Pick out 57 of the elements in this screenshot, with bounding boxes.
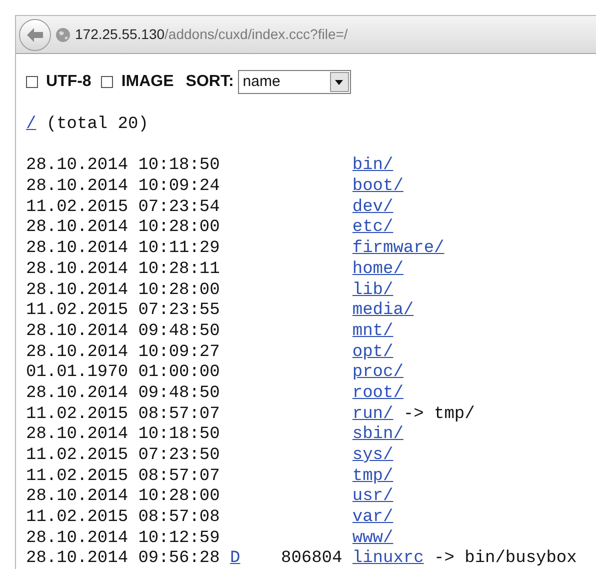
entry-link[interactable]: media/ bbox=[352, 301, 414, 322]
date-text: 28.10.2014 10:11:29 bbox=[26, 239, 220, 260]
entry-link[interactable]: firmware/ bbox=[352, 239, 444, 260]
date-text: 11.02.2015 08:57:07 bbox=[26, 466, 220, 488]
back-arrow-icon bbox=[26, 26, 44, 42]
date-text: 11.02.2015 07:23:50 bbox=[26, 446, 220, 467]
date-text: 28.10.2014 10:28:00 bbox=[26, 280, 220, 302]
entry-link[interactable]: opt/ bbox=[352, 342, 394, 364]
entry-link[interactable]: usr/ bbox=[352, 487, 394, 508]
entry-link[interactable]: sbin/ bbox=[352, 425, 404, 446]
checkbox-label: IMAGE bbox=[121, 72, 174, 92]
date-text: 28.10.2014 09:56:28 bbox=[26, 549, 220, 569]
entry-link[interactable]: boot/ bbox=[352, 177, 404, 198]
date-text: 11.02.2015 07:23:55 bbox=[26, 301, 220, 322]
date-text: 28.10.2014 10:28:00 bbox=[26, 218, 220, 240]
date-text: 28.10.2014 10:09:27 bbox=[26, 342, 220, 364]
checkbox-label: UTF-8 bbox=[46, 72, 92, 92]
entry-link[interactable]: home/ bbox=[352, 260, 404, 281]
date-text: 01.01.1970 01:00:00 bbox=[26, 363, 220, 384]
entry-link[interactable]: linuxrc bbox=[352, 549, 424, 569]
entry-link[interactable]: var/ bbox=[352, 508, 394, 529]
date-text: 11.02.2015 08:57:08 bbox=[26, 508, 220, 529]
globe-icon bbox=[55, 26, 71, 42]
file-size: 806804 bbox=[281, 549, 342, 568]
link-target: -> tmp/ bbox=[403, 404, 475, 426]
total-count: (total 20) bbox=[46, 115, 148, 136]
date-text: 28.10.2014 10:18:50 bbox=[26, 425, 220, 446]
entry-link[interactable]: proc/ bbox=[352, 363, 404, 384]
entry-link[interactable]: lib/ bbox=[352, 280, 394, 302]
entry-link[interactable]: run/ bbox=[352, 404, 394, 426]
date-text: 11.02.2015 07:23:54 bbox=[26, 198, 220, 218]
entry-link[interactable]: etc/ bbox=[352, 218, 394, 240]
date-text: 28.10.2014 10:18:50 bbox=[26, 156, 220, 178]
date-text: 11.02.2015 08:57:07 bbox=[26, 404, 220, 426]
date-text: 28.10.2014 10:12:59 bbox=[26, 528, 220, 550]
delete-link[interactable]: D bbox=[230, 549, 240, 568]
sort-label: SORT: bbox=[186, 72, 234, 92]
entry-link[interactable]: dev/ bbox=[352, 198, 394, 218]
date-text: 28.10.2014 09:48:50 bbox=[26, 384, 220, 405]
date-text: 28.10.2014 10:28:00 bbox=[26, 487, 220, 508]
address-url[interactable]: 172.25.55.130/addons/cuxd/index.ccc?file=/ bbox=[75, 24, 348, 45]
root-link[interactable]: / bbox=[26, 115, 36, 136]
checkbox[interactable] bbox=[101, 76, 114, 88]
entry-link[interactable]: bin/ bbox=[352, 156, 394, 178]
back-button[interactable] bbox=[19, 18, 51, 50]
link-target: -> bin/busybox bbox=[434, 549, 577, 569]
entry-link[interactable]: mnt/ bbox=[352, 322, 394, 343]
date-text: 28.10.2014 10:28:11 bbox=[26, 260, 220, 281]
sort-select[interactable]: name bbox=[238, 70, 351, 94]
dropdown-arrow-icon bbox=[335, 80, 344, 84]
entry-link[interactable]: tmp/ bbox=[352, 466, 394, 488]
entry-link[interactable]: root/ bbox=[352, 384, 404, 405]
entry-link[interactable]: www/ bbox=[352, 528, 394, 550]
date-text: 28.10.2014 10:09:24 bbox=[26, 177, 220, 198]
date-text: 28.10.2014 09:48:50 bbox=[26, 322, 220, 343]
entry-link[interactable]: sys/ bbox=[352, 446, 394, 467]
checkbox[interactable] bbox=[26, 76, 38, 88]
